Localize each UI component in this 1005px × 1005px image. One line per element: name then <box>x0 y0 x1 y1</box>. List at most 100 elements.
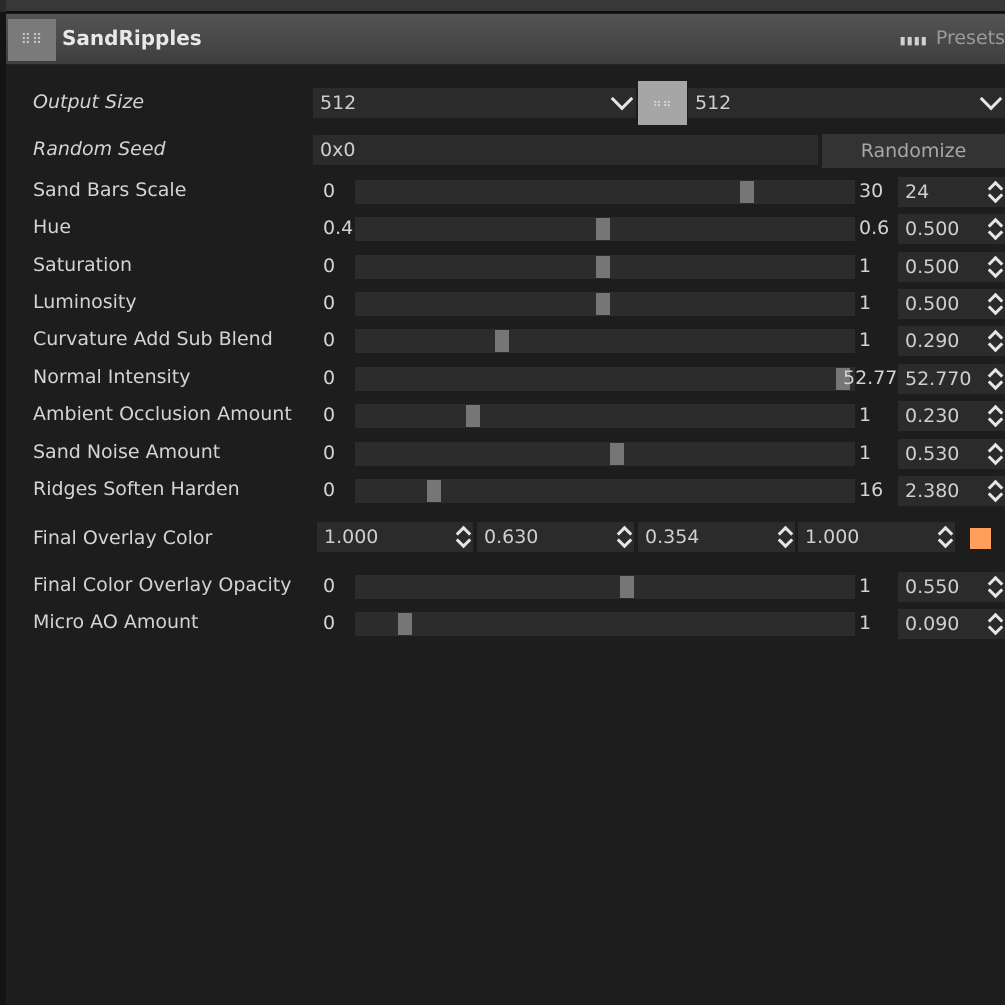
slider-min: 0 <box>323 329 336 351</box>
slider-label: Luminosity <box>33 291 137 313</box>
slider-max: 52.77 <box>843 367 898 389</box>
slider-value: 0.090 <box>905 613 960 635</box>
slider-value-spinbox[interactable]: 0.500 <box>898 214 1005 244</box>
slider-handle[interactable] <box>427 480 441 502</box>
slider-track[interactable] <box>355 292 855 316</box>
overlay-r-spinbox[interactable]: 1.000 <box>317 522 473 552</box>
slider-track[interactable] <box>355 404 855 428</box>
slider-value-spinbox[interactable]: 0.500 <box>898 289 1005 319</box>
slider-label: Saturation <box>33 254 133 276</box>
slider-handle[interactable] <box>610 443 624 465</box>
slider-value-spinbox[interactable]: 0.550 <box>898 572 1005 602</box>
slider-track[interactable] <box>355 180 855 204</box>
slider-value-spinbox[interactable]: 0.290 <box>898 326 1005 356</box>
spinner-arrows-icon[interactable] <box>988 180 1002 204</box>
spinner-arrows-icon[interactable] <box>988 479 1002 503</box>
spinner-arrows-icon[interactable] <box>988 292 1002 316</box>
random-seed-label: Random Seed <box>33 138 166 160</box>
slider-max: 1 <box>859 612 872 634</box>
slider-min: 0.4 <box>323 217 354 239</box>
slider-handle[interactable] <box>596 218 610 240</box>
slider-handle[interactable] <box>620 576 634 598</box>
window-top-rim <box>6 0 1005 13</box>
window-top-bar <box>0 0 1005 13</box>
slider-track[interactable] <box>355 367 855 391</box>
slider-track[interactable] <box>355 217 855 241</box>
slider-handle[interactable] <box>398 613 412 635</box>
spinner-arrows-icon[interactable] <box>988 442 1002 466</box>
spinner-arrows-icon[interactable] <box>938 525 952 549</box>
spinner-arrows-icon[interactable] <box>988 575 1002 599</box>
slider-track[interactable] <box>355 442 855 466</box>
slider-value-spinbox[interactable]: 24 <box>898 177 1005 207</box>
slider-track[interactable] <box>355 612 855 636</box>
slider-track[interactable] <box>355 255 855 279</box>
slider-min: 0 <box>323 367 336 389</box>
slider-max: 1 <box>859 442 872 464</box>
slider-handle[interactable] <box>495 330 509 352</box>
output-width-select[interactable]: 512 <box>313 88 636 118</box>
spinner-arrows-icon[interactable] <box>617 525 631 549</box>
slider-label: Sand Noise Amount <box>33 441 221 463</box>
slider-value: 24 <box>905 181 930 203</box>
slider-track[interactable] <box>355 575 855 599</box>
final-overlay-color-label: Final Overlay Color <box>33 527 213 549</box>
spinner-arrows-icon[interactable] <box>778 525 792 549</box>
slider-value: 0.230 <box>905 405 960 427</box>
output-width-value: 512 <box>320 92 357 114</box>
link-icon[interactable]: ⠶⠶ <box>638 81 687 125</box>
spinner-arrows-icon[interactable] <box>988 255 1002 279</box>
slider-max: 1 <box>859 329 872 351</box>
slider-value: 0.500 <box>905 218 960 240</box>
slider-value: 0.530 <box>905 443 960 465</box>
slider-max: 16 <box>859 479 884 501</box>
spinner-arrows-icon[interactable] <box>988 404 1002 428</box>
slider-max: 1 <box>859 255 872 277</box>
panel-header[interactable]: ⠿⠿ SandRipples ▮▮▮▮ Presets <box>6 14 1005 65</box>
grip-icon[interactable]: ⠿⠿ <box>8 19 56 61</box>
randomize-button[interactable]: Randomize <box>822 134 1005 168</box>
overlay-r-value: 1.000 <box>324 526 379 548</box>
slider-label: Ridges Soften Harden <box>33 478 240 500</box>
slider-handle[interactable] <box>596 256 610 278</box>
slider-max: 1 <box>859 575 872 597</box>
slider-value-spinbox[interactable]: 2.380 <box>898 476 1005 506</box>
color-swatch[interactable] <box>970 528 991 549</box>
overlay-b-spinbox[interactable]: 0.354 <box>638 522 795 552</box>
grip-dots-icon: ▮▮▮▮ <box>899 34 928 47</box>
presets-button[interactable]: ▮▮▮▮ Presets <box>900 27 1005 49</box>
slider-label: Ambient Occlusion Amount <box>33 403 292 425</box>
slider-value-spinbox[interactable]: 0.530 <box>898 439 1005 469</box>
overlay-a-value: 1.000 <box>805 526 860 548</box>
slider-value-spinbox[interactable]: 0.500 <box>898 252 1005 282</box>
slider-max: 0.6 <box>859 217 890 239</box>
spinner-arrows-icon[interactable] <box>988 367 1002 391</box>
spinner-arrows-icon[interactable] <box>988 217 1002 241</box>
slider-track[interactable] <box>355 329 855 353</box>
output-height-select[interactable]: 512 <box>688 88 1005 118</box>
presets-label: Presets <box>935 27 1005 49</box>
slider-value: 0.500 <box>905 293 960 315</box>
slider-handle[interactable] <box>596 293 610 315</box>
overlay-g-value: 0.630 <box>484 526 539 548</box>
slider-value-spinbox[interactable]: 0.090 <box>898 609 1005 639</box>
slider-handle[interactable] <box>466 405 480 427</box>
slider-track[interactable] <box>355 479 855 503</box>
slider-value-spinbox[interactable]: 0.230 <box>898 401 1005 431</box>
spinner-arrows-icon[interactable] <box>988 329 1002 353</box>
slider-value: 0.550 <box>905 576 960 598</box>
overlay-a-spinbox[interactable]: 1.000 <box>798 522 955 552</box>
slider-min: 0 <box>323 479 336 501</box>
spinner-arrows-icon[interactable] <box>456 525 470 549</box>
slider-label: Normal Intensity <box>33 366 191 388</box>
slider-handle[interactable] <box>740 181 754 203</box>
spinner-arrows-icon[interactable] <box>988 612 1002 636</box>
slider-max: 1 <box>859 404 872 426</box>
slider-label: Micro AO Amount <box>33 611 199 633</box>
output-size-label: Output Size <box>33 91 145 113</box>
slider-min: 0 <box>323 612 336 634</box>
overlay-g-spinbox[interactable]: 0.630 <box>477 522 634 552</box>
slider-value-spinbox[interactable]: 52.770 <box>898 364 1005 394</box>
random-seed-input[interactable]: 0x0 <box>313 135 818 165</box>
slider-value: 52.770 <box>905 368 972 390</box>
